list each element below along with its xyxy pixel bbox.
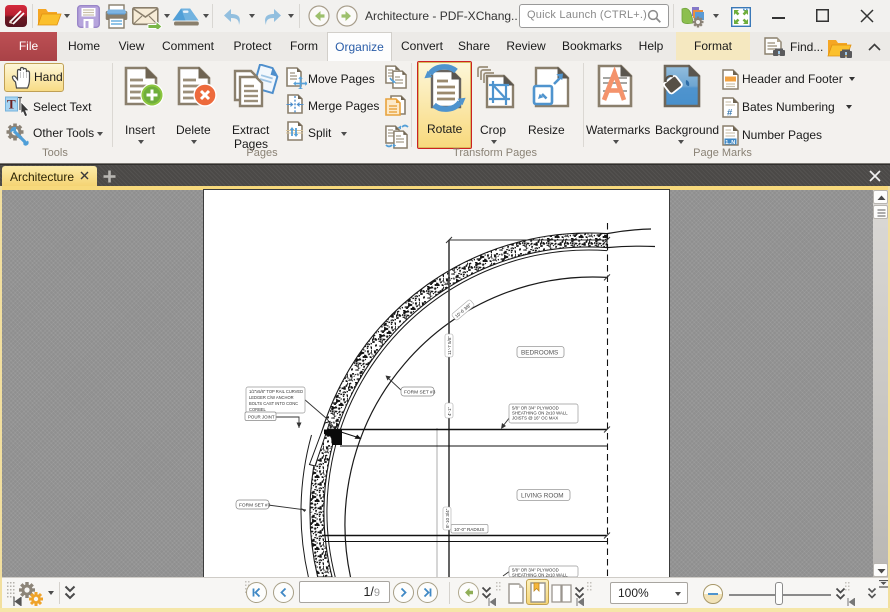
svg-text:1..N: 1..N — [725, 140, 735, 146]
svg-text:FORM SET #3: FORM SET #3 — [404, 390, 436, 396]
svg-text:BOLTS CAST INTO CONC: BOLTS CAST INTO CONC — [249, 401, 298, 406]
svg-text:JOISTS @ 16" OC MAX: JOISTS @ 16" OC MAX — [512, 416, 558, 421]
svg-text:FORM SET #3: FORM SET #3 — [239, 503, 271, 509]
svg-text:CORBEL: CORBEL — [249, 407, 267, 412]
svg-text:#: # — [727, 108, 733, 119]
svg-text:BEDROOMS: BEDROOMS — [521, 350, 558, 357]
svg-text:11'-7 5/8": 11'-7 5/8" — [447, 336, 452, 355]
svg-text:4'-1": 4'-1" — [447, 406, 452, 416]
svg-text:T: T — [7, 97, 16, 112]
svg-text:LEDGER C/W ANCHOR: LEDGER C/W ANCHOR — [249, 395, 294, 400]
svg-text:8'-10 3/4": 8'-10 3/4" — [445, 508, 450, 528]
svg-text:1/2"x5/8" TOP RAIL CURVED: 1/2"x5/8" TOP RAIL CURVED — [249, 389, 303, 394]
svg-text:10'-0" RADIUS: 10'-0" RADIUS — [454, 527, 484, 532]
svg-text:POUR JOINT: POUR JOINT — [248, 415, 275, 420]
svg-text:LIVING ROOM: LIVING ROOM — [521, 493, 564, 500]
